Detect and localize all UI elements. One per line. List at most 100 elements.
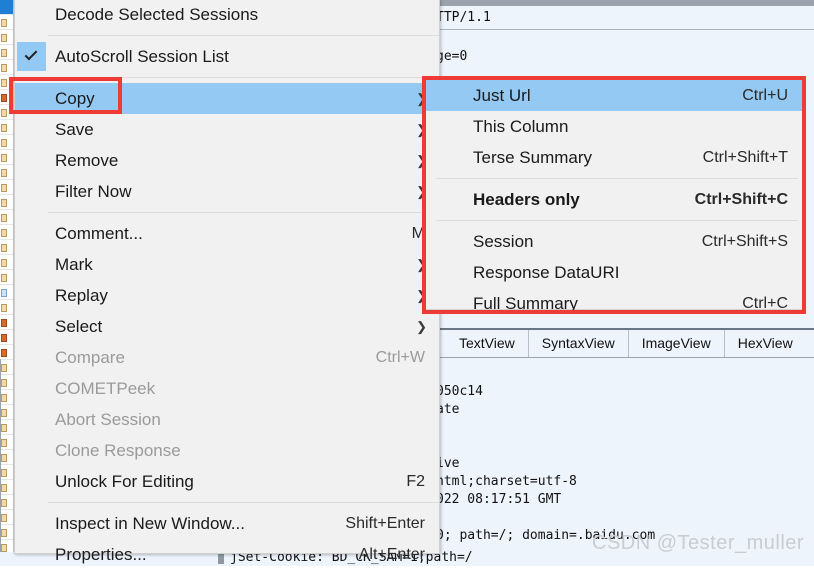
menu-item-label: Remove xyxy=(48,151,416,171)
session-list-row[interactable] xyxy=(0,525,14,540)
session-protocol-icon xyxy=(1,319,7,327)
menu-item-gutter xyxy=(15,466,48,497)
menu-item-gutter xyxy=(15,218,48,249)
chevron-right-icon: ❯ xyxy=(416,319,439,335)
menu-item-label: Decode Selected Sessions xyxy=(48,5,439,25)
session-list-row[interactable] xyxy=(0,315,14,330)
menu-item-autoscroll-session-list[interactable]: AutoScroll Session List xyxy=(15,41,439,72)
session-protocol-icon xyxy=(1,214,7,222)
session-list-row[interactable] xyxy=(0,135,14,150)
session-list-row[interactable] xyxy=(0,165,14,180)
menu-item-gutter xyxy=(15,114,48,145)
menu-item-gutter xyxy=(426,111,466,142)
menu-item-select[interactable]: Select❯ xyxy=(15,311,439,342)
session-list-row[interactable] xyxy=(0,480,14,495)
session-list-row[interactable] xyxy=(0,375,14,390)
session-protocol-icon xyxy=(1,364,7,372)
tab-imageview[interactable]: ImageView xyxy=(629,330,725,357)
session-protocol-icon xyxy=(1,499,7,507)
menu-item-gutter xyxy=(15,342,48,373)
session-list-row[interactable] xyxy=(0,495,14,510)
session-list-row[interactable] xyxy=(0,105,14,120)
menu-item-terse-summary[interactable]: Terse SummaryCtrl+Shift+T xyxy=(426,142,802,173)
menu-item-cometpeek: COMETPeek xyxy=(15,373,439,404)
session-list-row[interactable] xyxy=(0,75,14,90)
session-list-row[interactable] xyxy=(0,60,14,75)
menu-item-comment[interactable]: Comment...M xyxy=(15,218,439,249)
session-list-row[interactable] xyxy=(0,345,14,360)
menu-item-copy[interactable]: Copy❯ xyxy=(15,83,439,114)
session-protocol-icon xyxy=(1,109,7,117)
session-list-row[interactable] xyxy=(0,210,14,225)
session-list-row[interactable] xyxy=(0,150,14,165)
session-protocol-icon xyxy=(1,454,7,462)
menu-item-this-column[interactable]: This Column xyxy=(426,111,802,142)
session-list-row[interactable] xyxy=(0,510,14,525)
session-list-row[interactable] xyxy=(0,30,14,45)
session-list-row[interactable] xyxy=(0,435,14,450)
menu-item-gutter xyxy=(15,280,48,311)
menu-item-abort-session: Abort Session xyxy=(15,404,439,435)
menu-item-label: Session xyxy=(466,232,702,252)
menu-item-label: Just Url xyxy=(466,86,742,106)
session-list-strip[interactable] xyxy=(0,0,14,566)
menu-item-gutter xyxy=(426,184,466,215)
tab-syntaxview[interactable]: SyntaxView xyxy=(529,330,629,357)
menu-item-clone-response: Clone Response xyxy=(15,435,439,466)
tab-textview[interactable]: TextView xyxy=(446,330,529,357)
menu-item-replay[interactable]: Replay❯ xyxy=(15,280,439,311)
menu-item-response-datauri[interactable]: Response DataURI xyxy=(426,257,802,288)
session-list-row[interactable] xyxy=(0,225,14,240)
session-protocol-icon xyxy=(1,64,7,72)
menu-item-filter-now[interactable]: Filter Now❯ xyxy=(15,176,439,207)
response-body-text[interactable]: 050c14 ate ive html;charset=utf-8 022 08… xyxy=(432,359,814,566)
menu-item-shortcut: Ctrl+Shift+C xyxy=(695,191,802,209)
session-protocol-icon xyxy=(1,274,7,282)
copy-submenu[interactable]: Just UrlCtrl+UThis ColumnTerse SummaryCt… xyxy=(425,79,803,310)
session-list-row[interactable] xyxy=(0,420,14,435)
session-protocol-icon xyxy=(1,349,7,357)
session-list-row[interactable] xyxy=(0,180,14,195)
menu-item-save[interactable]: Save❯ xyxy=(15,114,439,145)
session-list-row[interactable] xyxy=(0,450,14,465)
session-list-row[interactable] xyxy=(0,270,14,285)
session-list-row[interactable] xyxy=(0,285,14,300)
session-list-row[interactable] xyxy=(0,465,14,480)
menu-item-just-url[interactable]: Just UrlCtrl+U xyxy=(426,80,802,111)
menu-item-unlock-for-editing[interactable]: Unlock For EditingF2 xyxy=(15,466,439,497)
menu-item-shortcut: Ctrl+Shift+T xyxy=(703,149,802,167)
session-list-row[interactable] xyxy=(0,15,14,30)
checkmark-icon xyxy=(17,42,46,71)
menu-item-full-summary[interactable]: Full SummaryCtrl+C xyxy=(426,288,802,319)
menu-item-remove[interactable]: Remove❯ xyxy=(15,145,439,176)
session-context-menu[interactable]: Decode Selected Sessions AutoScroll Sessi… xyxy=(14,0,440,554)
menu-item-headers-only[interactable]: Headers onlyCtrl+Shift+C xyxy=(426,184,802,215)
session-protocol-icon xyxy=(1,124,7,132)
menu-item-session[interactable]: SessionCtrl+Shift+S xyxy=(426,226,802,257)
session-list-row[interactable] xyxy=(0,330,14,345)
menu-item-shortcut: Alt+Enter xyxy=(359,546,439,564)
response-view-tabs[interactable]: TextViewSyntaxViewImageViewHexView xyxy=(432,328,814,358)
menu-item-gutter xyxy=(15,0,48,30)
menu-item-inspect-in-new-window[interactable]: Inspect in New Window...Shift+Enter xyxy=(15,508,439,539)
session-protocol-icon xyxy=(1,154,7,162)
session-list-row[interactable] xyxy=(0,45,14,60)
session-list-row[interactable] xyxy=(0,120,14,135)
menu-item-decode-selected-sessions[interactable]: Decode Selected Sessions xyxy=(15,0,439,30)
menu-item-compare: CompareCtrl+W xyxy=(15,342,439,373)
menu-item-label: Headers only xyxy=(466,190,695,210)
tab-hexview[interactable]: HexView xyxy=(725,330,806,357)
session-list-row[interactable] xyxy=(0,300,14,315)
session-list-row[interactable] xyxy=(0,255,14,270)
session-list-row[interactable] xyxy=(0,360,14,375)
session-list-row[interactable] xyxy=(0,90,14,105)
session-list-row[interactable] xyxy=(0,390,14,405)
menu-item-mark[interactable]: Mark❯ xyxy=(15,249,439,280)
session-list-row[interactable] xyxy=(0,0,14,15)
menu-item-properties[interactable]: Properties...Alt+Enter xyxy=(15,539,439,570)
menu-item-label: Clone Response xyxy=(48,441,439,461)
session-list-row[interactable] xyxy=(0,240,14,255)
session-list-row[interactable] xyxy=(0,195,14,210)
session-protocol-icon xyxy=(1,544,7,552)
session-list-row[interactable] xyxy=(0,405,14,420)
